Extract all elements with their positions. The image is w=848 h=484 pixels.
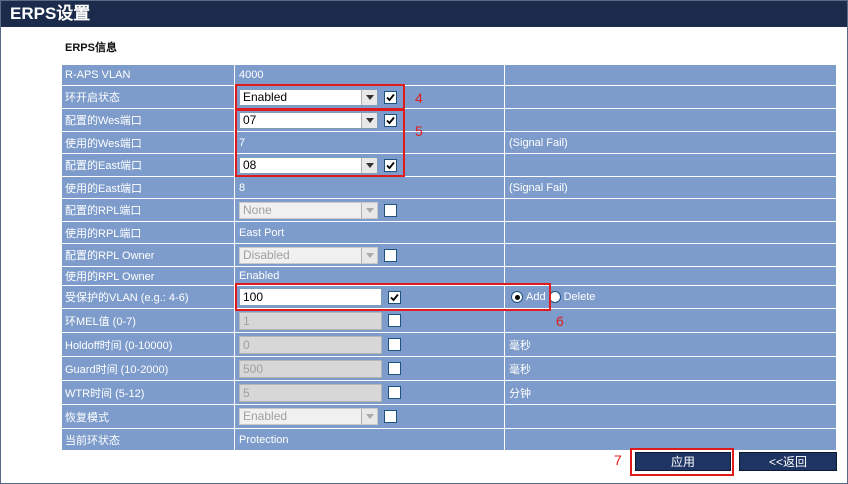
row-unit: 分钟 <box>505 381 836 404</box>
row-status: (Signal Fail) <box>505 132 836 153</box>
row-label: 配置的East端口 <box>62 154 234 176</box>
table-row: 配置的East端口 08 <box>62 154 837 176</box>
row-extra <box>505 109 836 131</box>
row-status: (Signal Fail) <box>505 177 836 198</box>
table-row: 环开启状态 Enabled <box>62 86 837 108</box>
annotation-6: 6 <box>556 313 564 329</box>
row-unit: 毫秒 <box>505 333 836 356</box>
row-label: 受保护的VLAN (e.g.: 4-6) <box>62 286 234 308</box>
recovery-mode-checkbox[interactable] <box>384 410 397 423</box>
row-extra <box>505 267 836 285</box>
row-value: 4000 <box>235 65 504 85</box>
chevron-down-icon <box>361 247 377 263</box>
row-label: Guard时间 (10-2000) <box>62 357 234 380</box>
row-extra <box>505 65 836 85</box>
row-label: WTR时间 (5-12) <box>62 381 234 404</box>
row-value: Protection <box>235 429 504 450</box>
row-value: 5 <box>235 381 504 404</box>
select-value: None <box>243 202 272 217</box>
mel-input[interactable]: 1 <box>239 311 382 330</box>
row-value: 500 <box>235 357 504 380</box>
wtr-input[interactable]: 5 <box>239 383 382 402</box>
row-label: 使用的East端口 <box>62 177 234 198</box>
row-label: R-APS VLAN <box>62 65 234 85</box>
rpl-owner-checkbox[interactable] <box>384 248 397 262</box>
row-extra <box>505 405 836 428</box>
table-row: 使用的East端口 8 (Signal Fail) <box>62 177 837 198</box>
select-value: Disabled <box>243 247 290 262</box>
row-extra <box>505 429 836 450</box>
row-label: 配置的Wes端口 <box>62 109 234 131</box>
erps-info-table: R-APS VLAN 4000 环开启状态 Enabled 配置的Wes端口 0… <box>62 65 837 451</box>
rpl-owner-select[interactable]: Disabled <box>239 246 378 264</box>
chevron-down-icon <box>361 202 377 218</box>
chevron-down-icon <box>361 409 377 424</box>
highlight-box-6 <box>235 283 551 311</box>
table-row: R-APS VLAN 4000 <box>62 65 837 85</box>
row-label: 恢复模式 <box>62 405 234 428</box>
table-row: 恢复模式 Enabled <box>62 405 837 428</box>
row-label: 配置的RPL Owner <box>62 244 234 266</box>
rpl-port-checkbox[interactable] <box>384 203 397 217</box>
row-extra <box>505 309 836 332</box>
row-value: Enabled <box>235 405 504 428</box>
holdoff-input[interactable]: 0 <box>239 335 382 354</box>
rpl-port-select[interactable]: None <box>239 201 378 219</box>
back-button[interactable]: <<返回 <box>739 452 837 471</box>
table-row: 配置的RPL Owner Disabled <box>62 244 837 266</box>
row-value: Disabled <box>235 244 504 266</box>
erps-window: ERPS设置 ERPS信息 R-APS VLAN 4000 环开启状态 Enab… <box>0 0 848 484</box>
row-value: East Port <box>235 222 504 243</box>
table-row: 配置的RPL端口 None <box>62 199 837 221</box>
row-extra <box>505 199 836 221</box>
section-title: ERPS信息 <box>65 42 117 54</box>
table-row: 配置的Wes端口 07 <box>62 109 837 131</box>
annotation-7: 7 <box>614 452 622 468</box>
row-label: 使用的RPL Owner <box>62 267 234 285</box>
holdoff-checkbox[interactable] <box>388 338 401 351</box>
row-label: 使用的RPL端口 <box>62 222 234 243</box>
table-row: Guard时间 (10-2000) 500 毫秒 <box>62 357 837 380</box>
guard-checkbox[interactable] <box>388 362 401 375</box>
annotation-5: 5 <box>415 123 423 139</box>
guard-input[interactable]: 500 <box>239 359 382 378</box>
row-extra <box>505 222 836 243</box>
delete-label: Delete <box>563 291 596 303</box>
row-label: Holdoff时间 (0-10000) <box>62 333 234 356</box>
row-extra: Add Delete <box>505 286 836 308</box>
row-extra <box>505 244 836 266</box>
apply-button[interactable]: 应用 <box>635 452 731 471</box>
table-row: Holdoff时间 (0-10000) 0 毫秒 <box>62 333 837 356</box>
wtr-checkbox[interactable] <box>388 386 401 399</box>
row-label: 环MEL值 (0-7) <box>62 309 234 332</box>
mel-checkbox[interactable] <box>388 314 401 327</box>
table-row: 使用的RPL端口 East Port <box>62 222 837 243</box>
table-row: 使用的Wes端口 7 (Signal Fail) <box>62 132 837 153</box>
row-label: 环开启状态 <box>62 86 234 108</box>
select-value: Enabled <box>243 409 288 423</box>
row-extra <box>505 86 836 108</box>
row-extra <box>505 154 836 176</box>
table-row: 环MEL值 (0-7) 1 <box>62 309 837 332</box>
row-label: 配置的RPL端口 <box>62 199 234 221</box>
row-label: 使用的Wes端口 <box>62 132 234 153</box>
table-row: WTR时间 (5-12) 5 分钟 <box>62 381 837 404</box>
recovery-mode-select[interactable]: Enabled <box>239 408 378 425</box>
row-value: None <box>235 199 504 221</box>
table-row: 当前环状态 Protection <box>62 429 837 450</box>
window-title: ERPS设置 <box>1 1 847 27</box>
row-label: 当前环状态 <box>62 429 234 450</box>
row-value: 0 <box>235 333 504 356</box>
row-unit: 毫秒 <box>505 357 836 380</box>
annotation-4: 4 <box>415 90 423 106</box>
row-value: 1 <box>235 309 504 332</box>
highlight-box-5 <box>235 109 405 177</box>
row-value: 8 <box>235 177 504 198</box>
highlight-box-4 <box>235 84 405 110</box>
